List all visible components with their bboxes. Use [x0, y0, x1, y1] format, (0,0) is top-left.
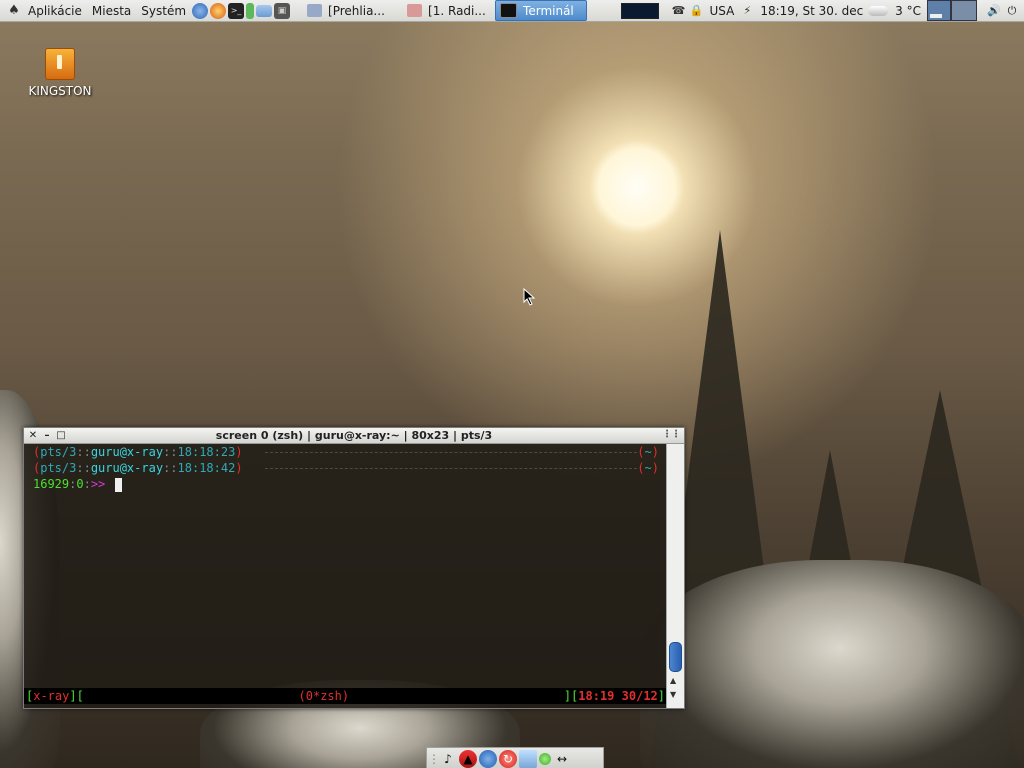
file-manager-icon [307, 4, 323, 17]
update-icon[interactable]: ↻ [499, 749, 517, 768]
prompt-line: (pts/3::guru@x-ray::18:18:23) (~) [33, 445, 659, 459]
text-cursor [114, 477, 122, 492]
separator-icon: ⋮ [428, 751, 440, 766]
status-date: 30/12 [621, 689, 658, 703]
terminal-titlebar[interactable]: ✕ – □ screen 0 (zsh) | guru@x-ray:~ | 80… [24, 428, 684, 444]
task-radio[interactable]: [1. Radi... [403, 1, 491, 20]
power-icon[interactable]: ⏻ [1004, 3, 1020, 19]
scrollbar-thumb[interactable] [669, 642, 682, 672]
menu-system[interactable]: Systém [136, 1, 191, 21]
resize-arrows-icon[interactable]: ↔ [553, 750, 571, 768]
firefox-icon[interactable] [210, 2, 227, 19]
workspace-2[interactable] [951, 0, 977, 21]
gnome-foot-icon[interactable]: ♠ [6, 3, 22, 19]
scroll-down-icon[interactable]: ▼ [670, 690, 676, 699]
task-label: Terminál [523, 3, 574, 18]
desktop-icon-kingston[interactable]: KINGSTON [24, 48, 96, 98]
browser-icon[interactable] [192, 2, 209, 19]
phone-icon[interactable]: ☎ [670, 3, 686, 19]
santa-hat-icon[interactable]: ▲ [459, 749, 477, 768]
menu-applications[interactable]: Aplikácie [23, 1, 87, 21]
task-label: [1. Radi... [428, 3, 486, 18]
battery-icon[interactable] [246, 2, 255, 19]
terminal-content[interactable]: (pts/3::guru@x-ray::18:18:23) (~) (pts/3:… [24, 444, 667, 708]
terminal-scrollbar[interactable]: ▲ ▼ [666, 444, 684, 708]
top-panel: ♠ Aplikácie Miesta Systém >_ ▣ [Prehlia.… [0, 0, 1024, 22]
status-windows: (0*zsh) [298, 689, 350, 703]
screen-status-bar: [x-ray][ (0*zsh) ][18:19 30/12] [24, 688, 667, 704]
power-plug-icon[interactable]: ⚡ [739, 3, 755, 19]
minimize-icon[interactable]: – [40, 429, 54, 443]
status-green-icon[interactable] [539, 752, 551, 765]
command-prompt[interactable]: 16929:0:>> [24, 476, 667, 492]
terminal-launcher-icon[interactable]: >_ [228, 2, 245, 19]
trash-icon[interactable]: ▣ [274, 2, 291, 19]
clock[interactable]: 18:19, St 30. dec [760, 4, 863, 18]
usb-drive-icon [45, 48, 75, 80]
menu-places[interactable]: Miesta [87, 1, 136, 21]
desktop-icon-label: KINGSTON [28, 84, 92, 98]
status-time: 18:19 [578, 689, 615, 703]
music-note-icon[interactable]: ♪ [439, 750, 457, 768]
workspace-1[interactable] [927, 0, 951, 21]
status-host: x-ray [33, 689, 70, 703]
task-label: [Prehlia... [328, 3, 385, 18]
maximize-icon[interactable]: □ [54, 429, 68, 443]
radio-app-icon [407, 4, 423, 17]
globe-icon[interactable] [479, 749, 497, 768]
terminal-title: screen 0 (zsh) | guru@x-ray:~ | 80x23 | … [215, 429, 493, 442]
task-prehliadac[interactable]: [Prehlia... [303, 1, 399, 20]
prompt-line: (pts/3::guru@x-ray::18:18:42) (~) [33, 461, 659, 475]
task-terminal[interactable]: Terminál [495, 0, 588, 21]
folder-icon[interactable] [256, 4, 273, 17]
bottom-dock: ⋮ ♪ ▲ ↻ ↔ [426, 747, 604, 768]
terminal-icon [500, 3, 518, 18]
lock-icon[interactable]: 🔒 [688, 3, 704, 19]
terminal-window[interactable]: ✕ – □ screen 0 (zsh) | guru@x-ray:~ | 80… [23, 427, 685, 709]
image-viewer-icon[interactable] [519, 749, 537, 768]
close-icon[interactable]: ✕ [26, 429, 40, 443]
system-monitor-graph[interactable] [621, 2, 660, 19]
volume-icon[interactable]: 🔊 [986, 3, 1002, 19]
keyboard-layout-indicator[interactable]: USA [709, 4, 734, 18]
window-grip-icon[interactable]: ⋮⋮ [662, 429, 681, 440]
scroll-up-icon[interactable]: ▲ [670, 676, 676, 685]
weather-cloud-icon[interactable] [868, 5, 889, 16]
weather-temperature[interactable]: 3 °C [895, 4, 921, 18]
